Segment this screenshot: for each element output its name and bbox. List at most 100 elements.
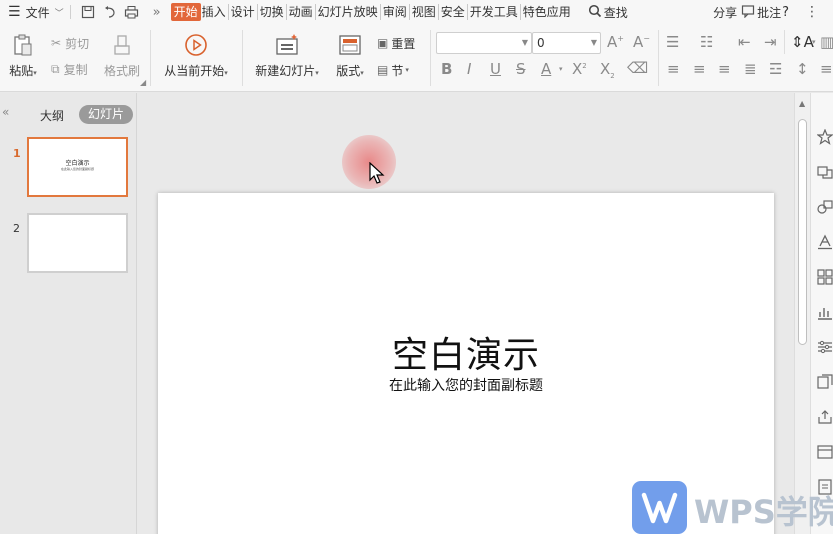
bold-icon[interactable]: B (441, 60, 452, 78)
layout-button[interactable]: 版式▾ (330, 32, 370, 79)
settings-sliders-icon[interactable] (817, 339, 833, 355)
tab-special[interactable]: 特色应用 (522, 3, 572, 21)
undo-icon[interactable] (99, 0, 121, 24)
increase-font-icon[interactable]: A+ (607, 33, 624, 51)
paste-button[interactable]: 粘贴▾ (5, 32, 41, 79)
search-button[interactable]: 查找 (588, 0, 628, 24)
paste-label: 粘贴 (9, 64, 34, 78)
launcher-icon[interactable]: ◢ (140, 78, 146, 87)
vertical-scrollbar[interactable]: ▲ (794, 93, 810, 534)
star-icon[interactable] (817, 129, 833, 145)
new-slide-button[interactable]: 新建幻灯片▾ (250, 32, 324, 79)
format-painter-button[interactable]: 格式刷 (102, 32, 142, 79)
new-slide-icon (274, 32, 300, 58)
scroll-up-icon[interactable]: ▲ (799, 99, 805, 108)
section-button[interactable]: ▤ 节 ▾ (377, 61, 409, 79)
tab-developer[interactable]: 开发工具 (469, 3, 519, 21)
clipboard-icon (10, 32, 36, 58)
copy-button[interactable]: ⧉ 复制 (51, 60, 88, 78)
chevron-down-icon: ▼ (521, 38, 528, 47)
decrease-font-icon[interactable]: A− (633, 33, 650, 51)
file-menu-label: 文件 (25, 5, 50, 20)
comment-icon (741, 4, 755, 21)
paintbrush-icon (109, 32, 135, 58)
paragraph-spacing-icon[interactable]: ≡ (820, 60, 833, 78)
comment-button[interactable]: 批注 (741, 0, 781, 24)
chart-icon[interactable] (817, 304, 833, 320)
chevron-down-icon: ▾ (224, 69, 228, 77)
subscript-icon[interactable]: X2 (600, 60, 615, 80)
collapse-panel-icon[interactable]: « (2, 105, 9, 119)
align-right-icon[interactable]: ≡ (718, 60, 731, 78)
columns-icon[interactable]: ▥ (820, 33, 833, 51)
mouse-cursor-icon (369, 162, 385, 184)
align-center-icon[interactable]: ≡ (693, 60, 706, 78)
font-size-select[interactable]: 0 ▼ (532, 32, 601, 54)
more-icon[interactable]: » (143, 0, 171, 24)
slide-thumbnail-2[interactable] (27, 213, 128, 273)
tab-slideshow[interactable]: 幻灯片放映 (317, 3, 379, 21)
slide-title[interactable]: 空白演示 (158, 326, 774, 378)
more-options-icon[interactable]: ⋮ (805, 0, 819, 24)
tab-home[interactable]: 开始 (170, 3, 201, 21)
text-direction-icon[interactable]: ⇕A (791, 33, 814, 51)
print-icon[interactable] (121, 0, 143, 24)
grid-icon[interactable] (817, 269, 833, 285)
underline-icon[interactable]: U (490, 60, 501, 78)
font-name-select[interactable]: ▼ (436, 32, 532, 54)
eraser-icon[interactable]: ⌫ (627, 59, 648, 77)
cut-button[interactable]: ✂ 剪切 (51, 34, 89, 52)
play-icon (183, 32, 209, 58)
share-icon[interactable] (817, 409, 833, 425)
slide-subtitle[interactable]: 在此输入您的封面副标题 (158, 375, 774, 395)
divider (314, 4, 316, 20)
tab-design[interactable]: 设计 (230, 3, 256, 21)
slide-thumbnail-1[interactable]: 空白演示 在此输入您的封面副标题 (27, 137, 128, 197)
play-from-current-label: 从当前开始 (164, 64, 225, 78)
decrease-indent-icon[interactable]: ⇤ (738, 33, 751, 51)
tab-insert[interactable]: 插入 (201, 3, 227, 21)
search-label: 查找 (603, 5, 628, 20)
layout-icon (337, 32, 363, 58)
italic-icon[interactable]: I (467, 60, 471, 78)
tab-security[interactable]: 安全 (440, 3, 466, 21)
tab-view[interactable]: 视图 (411, 3, 437, 21)
play-label-wrap: 从当前开始▾ (164, 62, 228, 79)
tab-outline[interactable]: 大纲 (40, 107, 64, 124)
file-menu[interactable]: ☰ 文件 ﹀ (8, 0, 64, 24)
window-icon[interactable] (817, 444, 833, 460)
animation-icon[interactable] (817, 164, 833, 180)
numbered-list-icon[interactable]: ☷ (700, 33, 713, 51)
wps-logo-icon (632, 481, 687, 534)
format-painter-label: 格式刷 (103, 64, 140, 78)
distribute-icon[interactable]: ☲ (769, 60, 782, 78)
superscript-icon[interactable]: X2 (572, 60, 587, 78)
justify-icon[interactable]: ≣ (744, 60, 757, 78)
tab-transition[interactable]: 切换 (259, 3, 285, 21)
tab-animation[interactable]: 动画 (288, 3, 314, 21)
share-button[interactable]: 分享 (713, 0, 737, 24)
chevron-down-icon: ▾ (360, 69, 364, 77)
strikethrough-icon[interactable]: S (516, 60, 526, 78)
bullet-list-icon[interactable]: ☰ (666, 33, 679, 51)
menu-bar: ☰ 文件 ﹀ » 开始 插入 设计 切换 动画 幻灯片放映 审阅 视图 安全 开… (0, 0, 833, 24)
align-left-icon[interactable]: ≡ (667, 60, 680, 78)
increase-indent-icon[interactable]: ⇥ (764, 33, 777, 51)
shapes-icon[interactable] (817, 199, 833, 215)
play-from-current-button[interactable]: 从当前开始▾ (158, 32, 234, 79)
reset-button[interactable]: ▣ 重置 (377, 34, 415, 52)
text-fill-icon[interactable] (817, 234, 833, 250)
scrollbar-thumb[interactable] (798, 119, 807, 345)
backup-icon[interactable] (817, 374, 833, 390)
tab-review[interactable]: 审阅 (382, 3, 408, 21)
line-spacing-icon[interactable]: ↕ (796, 60, 809, 78)
divider (379, 4, 381, 20)
font-color-icon[interactable]: A (541, 60, 551, 78)
chevron-down-icon[interactable]: ▾ (559, 65, 563, 73)
help-button[interactable]: ? (782, 0, 789, 24)
hamburger-icon: ☰ (8, 4, 21, 20)
chevron-down-icon[interactable]: ▾ (812, 38, 816, 46)
tab-slides[interactable]: 幻灯片 (79, 105, 133, 124)
save-icon[interactable] (77, 0, 99, 24)
share-label: 分享 (713, 5, 738, 20)
